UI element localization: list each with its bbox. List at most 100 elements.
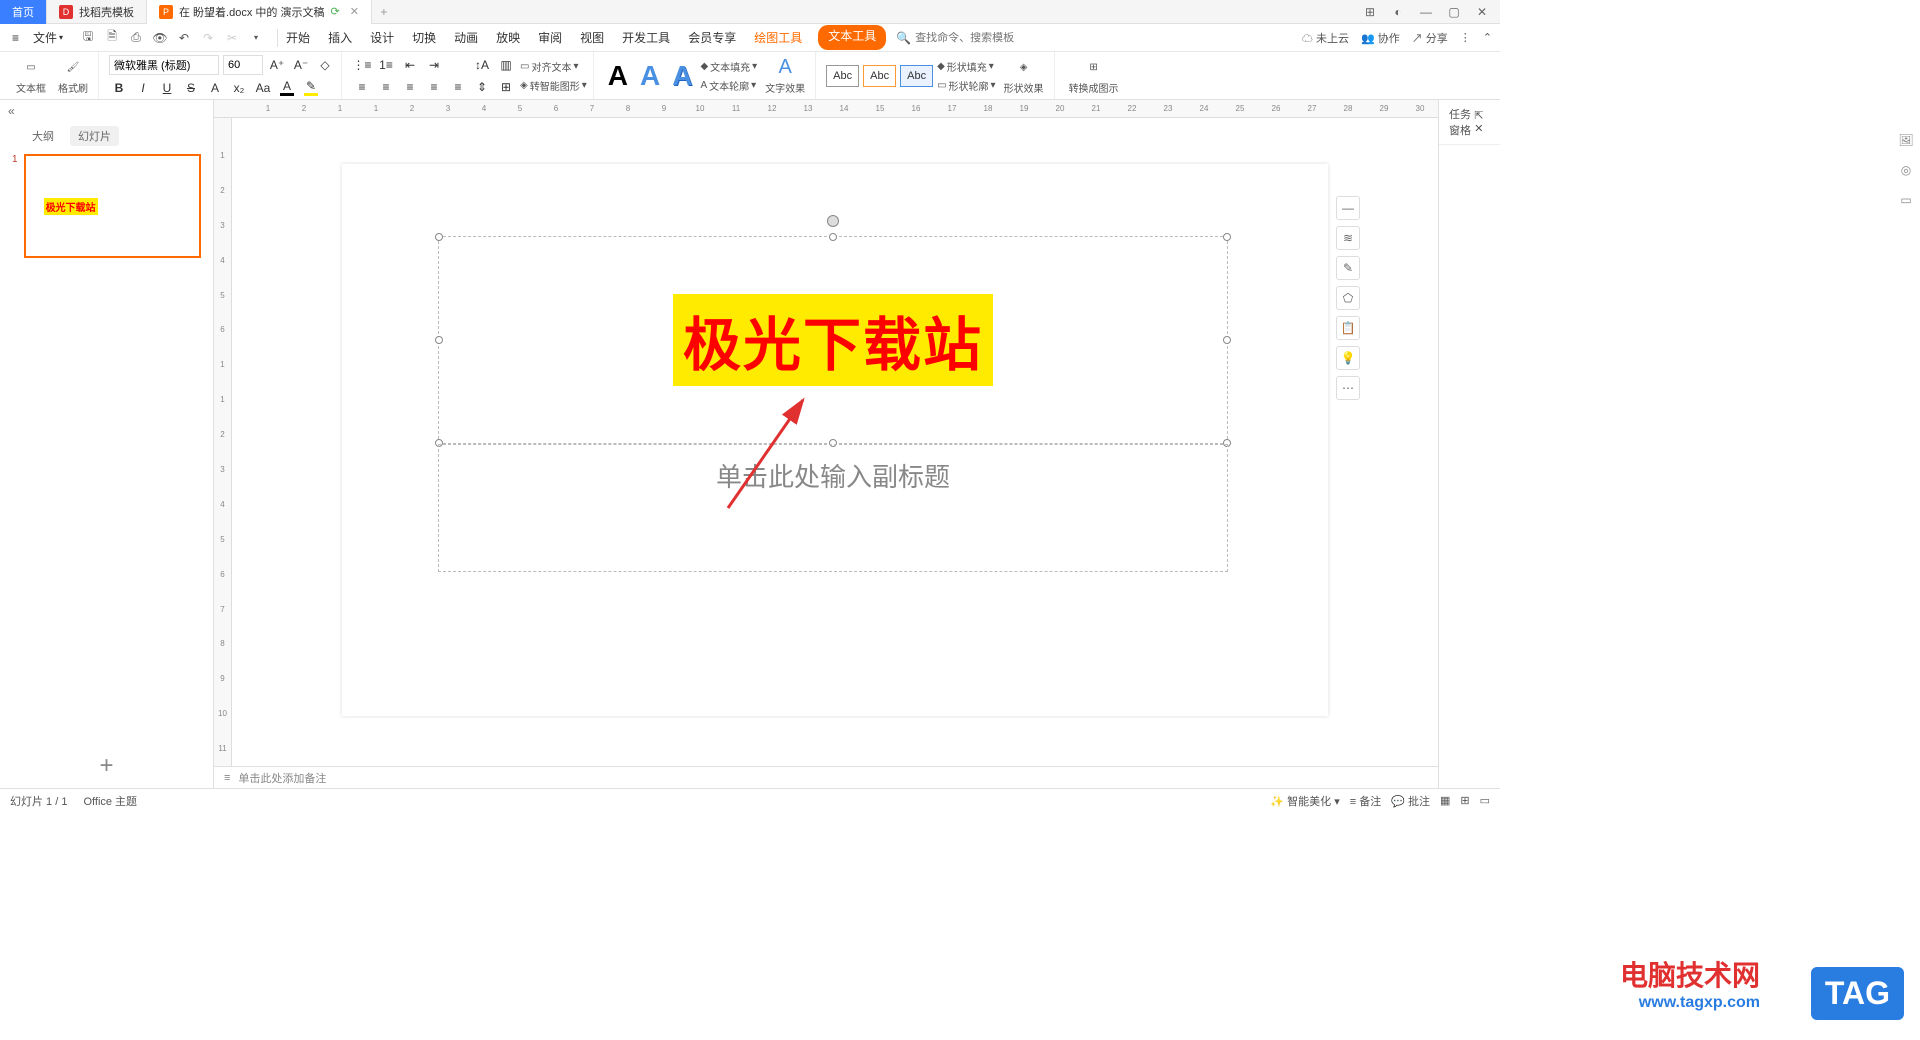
menu-tab-animation[interactable]: 动画 bbox=[452, 25, 480, 50]
view-normal-icon[interactable]: ▦ bbox=[1440, 794, 1450, 807]
close-button[interactable]: ✕ bbox=[1472, 2, 1492, 22]
notes-bar[interactable]: ≡ 单击此处添加备注 bbox=[214, 766, 1438, 788]
strike-button[interactable]: S bbox=[181, 79, 201, 97]
format-brush-button[interactable]: 🖌 格式刷 bbox=[54, 54, 92, 97]
idea-icon[interactable]: 💡 bbox=[1336, 346, 1360, 370]
textbox-button[interactable]: ▭ 文本框 bbox=[12, 54, 50, 97]
redo-icon[interactable]: ↷ bbox=[199, 29, 217, 47]
close-pane-icon[interactable]: ✕ bbox=[1474, 123, 1483, 135]
menu-tab-transition[interactable]: 切换 bbox=[410, 25, 438, 50]
underline-button[interactable]: U bbox=[157, 79, 177, 97]
notes-toggle[interactable]: ≡ 备注 bbox=[1350, 793, 1381, 809]
search-box[interactable]: 🔍 bbox=[896, 31, 1035, 45]
shape-icon[interactable]: ⬠ bbox=[1336, 286, 1360, 310]
menu-tab-member[interactable]: 会员专享 bbox=[686, 25, 738, 50]
more-icon[interactable]: ⋮ bbox=[1460, 31, 1471, 44]
highlight-button[interactable]: ✎ bbox=[301, 79, 321, 97]
saveas-icon[interactable]: 🗎 bbox=[103, 29, 121, 47]
menu-tab-slideshow[interactable]: 放映 bbox=[494, 25, 522, 50]
user-icon[interactable]: ◐ bbox=[1388, 2, 1408, 22]
comments-toggle[interactable]: 💬 批注 bbox=[1391, 793, 1430, 809]
search-input[interactable] bbox=[915, 32, 1035, 44]
wordart-style-1[interactable]: A bbox=[604, 60, 632, 92]
shape-fill-button[interactable]: ◆ 形状填充 ▾ bbox=[937, 59, 995, 74]
target-icon[interactable]: ◎ bbox=[1896, 160, 1916, 180]
text-effect-button[interactable]: A 文字效果 bbox=[761, 54, 809, 97]
font-color-button[interactable]: A bbox=[277, 79, 297, 97]
direction-button[interactable]: ↕A bbox=[472, 56, 492, 74]
tab-template[interactable]: D 找稻壳模板 bbox=[47, 0, 147, 24]
tabs-button[interactable]: ⊞ bbox=[496, 78, 516, 96]
size-select[interactable] bbox=[223, 55, 263, 75]
print-icon[interactable]: ⎙ bbox=[127, 29, 145, 47]
font-select[interactable] bbox=[109, 55, 219, 75]
share-button[interactable]: ↗ 分享 bbox=[1412, 30, 1448, 46]
cloud-status[interactable]: ☁ 未上云 bbox=[1302, 30, 1349, 46]
align-text-button[interactable]: ▭ 对齐文本 ▾ bbox=[520, 59, 587, 74]
align-justify-button[interactable]: ≡ bbox=[424, 78, 444, 96]
notes-placeholder[interactable]: 单击此处添加备注 bbox=[238, 770, 326, 786]
tab-document[interactable]: P 在 盼望着.docx 中的 演示文稿 ⟳ ✕ bbox=[147, 0, 372, 24]
thumbnail[interactable]: 极光下载站 bbox=[24, 154, 201, 258]
file-menu[interactable]: 文件 ▾ bbox=[25, 25, 71, 50]
rotate-handle[interactable] bbox=[827, 215, 839, 227]
case-button[interactable]: Aa bbox=[253, 79, 273, 97]
align-left-button[interactable]: ≡ bbox=[352, 78, 372, 96]
slides-tab[interactable]: 幻灯片 bbox=[70, 126, 119, 146]
clear-format-button[interactable]: ◇ bbox=[315, 56, 335, 74]
shape-style-2[interactable]: Abc bbox=[863, 65, 896, 87]
wordart-style-2[interactable]: A bbox=[636, 60, 664, 92]
menu-tab-view[interactable]: 视图 bbox=[578, 25, 606, 50]
wordart-style-3[interactable]: A bbox=[668, 60, 696, 92]
more-float-icon[interactable]: ⋯ bbox=[1336, 376, 1360, 400]
coop-button[interactable]: 👥 协作 bbox=[1361, 30, 1400, 46]
bold-button[interactable]: B bbox=[109, 79, 129, 97]
tab-home[interactable]: 首页 bbox=[0, 0, 47, 24]
indent-inc-button[interactable]: ⇥ bbox=[424, 56, 444, 74]
thumbnail-item[interactable]: 1 极光下载站 bbox=[12, 154, 201, 258]
distribute-button[interactable]: ≡ bbox=[448, 78, 468, 96]
menu-tab-insert[interactable]: 插入 bbox=[326, 25, 354, 50]
menu-tab-design[interactable]: 设计 bbox=[368, 25, 396, 50]
hamburger-icon[interactable]: ≡ bbox=[8, 27, 23, 49]
expand-icon[interactable]: ⌃ bbox=[1483, 31, 1492, 44]
italic-button[interactable]: I bbox=[133, 79, 153, 97]
subtitle-textbox[interactable]: 单击此处输入副标题 bbox=[438, 444, 1228, 572]
view-sorter-icon[interactable]: ⊞ bbox=[1460, 794, 1469, 807]
menu-tab-drawing[interactable]: 绘图工具 bbox=[752, 25, 804, 50]
convert-diagram-button[interactable]: ⊞ 转换成图示 bbox=[1065, 54, 1123, 97]
dropdown-icon[interactable]: ▾ bbox=[247, 29, 265, 47]
align-right-button[interactable]: ≡ bbox=[400, 78, 420, 96]
undo-icon[interactable]: ↶ bbox=[175, 29, 193, 47]
menu-tab-start[interactable]: 开始 bbox=[284, 25, 312, 50]
shape-effect-button[interactable]: ◈ 形状效果 bbox=[1000, 54, 1048, 97]
slide-stage[interactable]: 极光下载站 单击此处输入副标题 — ≋ ✎ ⬠ 📋 💡 bbox=[232, 118, 1438, 766]
pen-icon[interactable]: ✎ bbox=[1336, 256, 1360, 280]
collapse-float-icon[interactable]: — bbox=[1336, 196, 1360, 220]
apps-icon[interactable]: ⊞ bbox=[1360, 2, 1380, 22]
shrink-font-button[interactable]: A⁻ bbox=[291, 56, 311, 74]
subscript-button[interactable]: x₂ bbox=[229, 79, 249, 97]
layers-icon[interactable]: ≋ bbox=[1336, 226, 1360, 250]
close-icon[interactable]: ✕ bbox=[350, 5, 359, 18]
menu-tab-review[interactable]: 审阅 bbox=[536, 25, 564, 50]
smart-shape-button[interactable]: ◈ 转智能图形 ▾ bbox=[520, 78, 587, 93]
text-outline-button[interactable]: A 文本轮廓 ▾ bbox=[700, 78, 757, 93]
numbering-button[interactable]: 1≡ bbox=[376, 56, 396, 74]
preview-icon[interactable]: 👁 bbox=[151, 29, 169, 47]
spacing-button[interactable]: ⇕ bbox=[472, 78, 492, 96]
align-center-button[interactable]: ≡ bbox=[376, 78, 396, 96]
clipboard-icon[interactable]: 📋 bbox=[1336, 316, 1360, 340]
title-text[interactable]: 极光下载站 bbox=[673, 294, 993, 386]
collapse-icon[interactable]: « bbox=[0, 100, 213, 122]
superscript-button[interactable]: A bbox=[205, 79, 225, 97]
save-icon[interactable]: 🖫 bbox=[79, 29, 97, 47]
indent-dec-button[interactable]: ⇤ bbox=[400, 56, 420, 74]
maximize-button[interactable]: ▢ bbox=[1444, 2, 1464, 22]
menu-tab-text-tools[interactable]: 文本工具 bbox=[818, 25, 886, 50]
beautify-button[interactable]: ✨ 智能美化 ▾ bbox=[1270, 793, 1339, 809]
minimize-button[interactable]: — bbox=[1416, 2, 1436, 22]
pin-icon[interactable]: ⇱ bbox=[1474, 110, 1483, 122]
bullets-button[interactable]: ⋮≡ bbox=[352, 56, 372, 74]
view-reading-icon[interactable]: ▭ bbox=[1480, 794, 1490, 807]
